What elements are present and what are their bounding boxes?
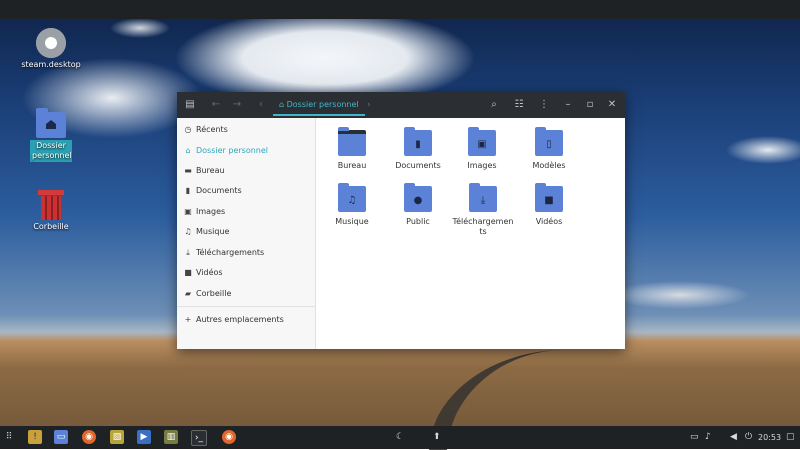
desktop-icon-label: Dossier personnel [30,140,72,162]
folder-item-desktop[interactable]: Bureau [322,127,382,171]
documents-folder-icon: ▮ [404,127,432,156]
home-folder-icon [36,108,66,138]
sidebar-toggle-icon[interactable]: ▤ [183,92,197,118]
folder-item-downloads[interactable]: ⤓ Téléchargements [452,183,514,237]
volume-tray-icon[interactable]: ◀ [730,426,737,449]
sidebar-item-desktop[interactable]: ▬ Bureau [183,164,224,178]
places-sidebar: ◷ Récents ⌂ Dossier personnel ▬ Bureau ▮ Doc… [177,118,316,349]
folder-label: Images [467,161,497,170]
firefox-running-taskbar-icon[interactable]: ◉ [222,430,236,444]
folder-item-documents[interactable]: ▮ Documents [388,127,448,171]
desktop-icon-home[interactable]: Dossier personnel [21,108,81,162]
desktop-icon-label: steam.desktop [21,60,81,69]
desktop-icon-label: Corbeille [33,222,69,231]
folder-item-music[interactable]: ♫ Musique [322,183,382,227]
view-options-icon[interactable]: ☷ [512,92,526,118]
document-icon: ▮ [185,186,191,195]
sidebar-item-downloads[interactable]: ⤓ Téléchargements [183,246,264,260]
folder-label: Téléchargements [452,217,514,236]
sidebar-divider [177,306,315,307]
desktop-icon-trash[interactable]: Corbeille [21,190,81,231]
sidebar-item-documents[interactable]: ▮ Documents [183,184,242,198]
breadcrumb[interactable]: ⌂ Dossier personnel [273,96,365,116]
forward-arrow-icon[interactable]: → [230,92,244,118]
bell-tray-icon[interactable]: ♪ [705,426,711,449]
breadcrumb-left-icon[interactable]: ‹ [255,92,267,118]
sidebar-item-music[interactable]: ♫ Musique [183,225,229,239]
night-mode-icon[interactable]: ☾ [396,426,404,449]
back-arrow-icon[interactable]: ← [209,92,223,118]
menu-icon[interactable]: ⋮ [537,92,551,118]
desktop-folder-icon [338,127,366,156]
music-folder-icon: ♫ [338,183,366,212]
folder-label: Documents [395,161,441,170]
folder-label: Modèles [532,161,566,170]
minimize-icon[interactable]: – [561,92,575,118]
video-icon: ■ [184,268,192,277]
clock[interactable]: 20:53 [758,426,781,449]
show-desktop-icon[interactable]: ▢ [786,426,795,449]
notifications-tray-icon[interactable]: ▭ [690,426,699,449]
gear-icon [36,28,66,58]
breadcrumb-label: Dossier personnel [286,100,359,109]
videos-folder-icon: ■ [535,183,563,212]
close-icon[interactable]: ✕ [605,92,619,118]
desktop-icon-steam[interactable]: steam.desktop [21,28,81,69]
images-folder-icon: ▣ [468,127,496,156]
trash-icon: ▰ [184,289,192,298]
terminal-taskbar-icon[interactable]: ›_ [191,430,207,446]
network-tray-icon[interactable]: ⬆ [433,426,441,449]
clock-icon: ◷ [184,125,192,134]
image-icon: ▣ [184,207,192,216]
power-tray-icon[interactable]: ⏻ [745,426,752,449]
home-icon: ⌂ [185,146,191,155]
templates-folder-icon: ▯ [535,127,563,156]
folder-label: Vidéos [535,217,563,226]
sidebar-item-other-locations[interactable]: + Autres emplacements [183,313,284,327]
downloads-folder-icon: ⤓ [469,183,497,212]
launcher-app-icon[interactable]: ! [28,430,42,444]
desktop-icon: ▬ [184,166,192,175]
folder-item-templates[interactable]: ▯ Modèles [519,127,579,171]
top-panel [0,0,800,19]
sidebar-item-videos[interactable]: ■ Vidéos [183,266,222,280]
notes-taskbar-icon[interactable]: ▧ [110,430,124,444]
sidebar-item-images[interactable]: ▣ Images [183,205,225,219]
archive-taskbar-icon[interactable]: ▥ [164,430,178,444]
download-icon: ⤓ [186,248,190,257]
folder-label: Bureau [337,161,367,170]
bottom-panel: ⠿ ! ▭ ◉ ▧ ▶ ▥ ›_ ◉ ☾ ⬆ ▭ ♪ ◀ ⏻ 20:53 ▢ [0,426,800,449]
firefox-taskbar-icon[interactable]: ◉ [82,430,96,444]
folder-item-images[interactable]: ▣ Images [452,127,512,171]
folder-label: Musique [335,217,369,226]
maximize-icon[interactable]: ▫ [583,92,597,118]
public-folder-icon: ● [404,183,432,212]
home-icon: ⌂ [279,100,285,109]
sidebar-item-home[interactable]: ⌂ Dossier personnel [183,144,268,158]
window-titlebar[interactable]: ▤ ← → ‹ ⌂ Dossier personnel › ⌕ ☷ ⋮ – ▫ … [177,92,625,118]
sidebar-item-recent[interactable]: ◷ Récents [183,123,228,137]
folder-item-public[interactable]: ● Public [388,183,448,227]
music-icon: ♫ [184,227,192,236]
app-menu-grid-icon[interactable]: ⠿ [2,430,16,444]
folder-view: Bureau ▮ Documents ▣ Images ▯ Modèles ♫ … [316,118,625,349]
search-icon[interactable]: ⌕ [487,92,501,118]
folder-label: Public [406,217,430,226]
sidebar-item-trash[interactable]: ▰ Corbeille [183,287,231,301]
file-manager-taskbar-icon[interactable]: ▭ [54,430,68,444]
folder-item-videos[interactable]: ■ Vidéos [519,183,579,227]
trash-icon [38,190,64,220]
plus-icon: + [184,315,192,324]
file-manager-window: ▤ ← → ‹ ⌂ Dossier personnel › ⌕ ☷ ⋮ – ▫ … [177,92,625,349]
media-player-taskbar-icon[interactable]: ▶ [137,430,151,444]
breadcrumb-right-icon[interactable]: › [367,92,371,118]
